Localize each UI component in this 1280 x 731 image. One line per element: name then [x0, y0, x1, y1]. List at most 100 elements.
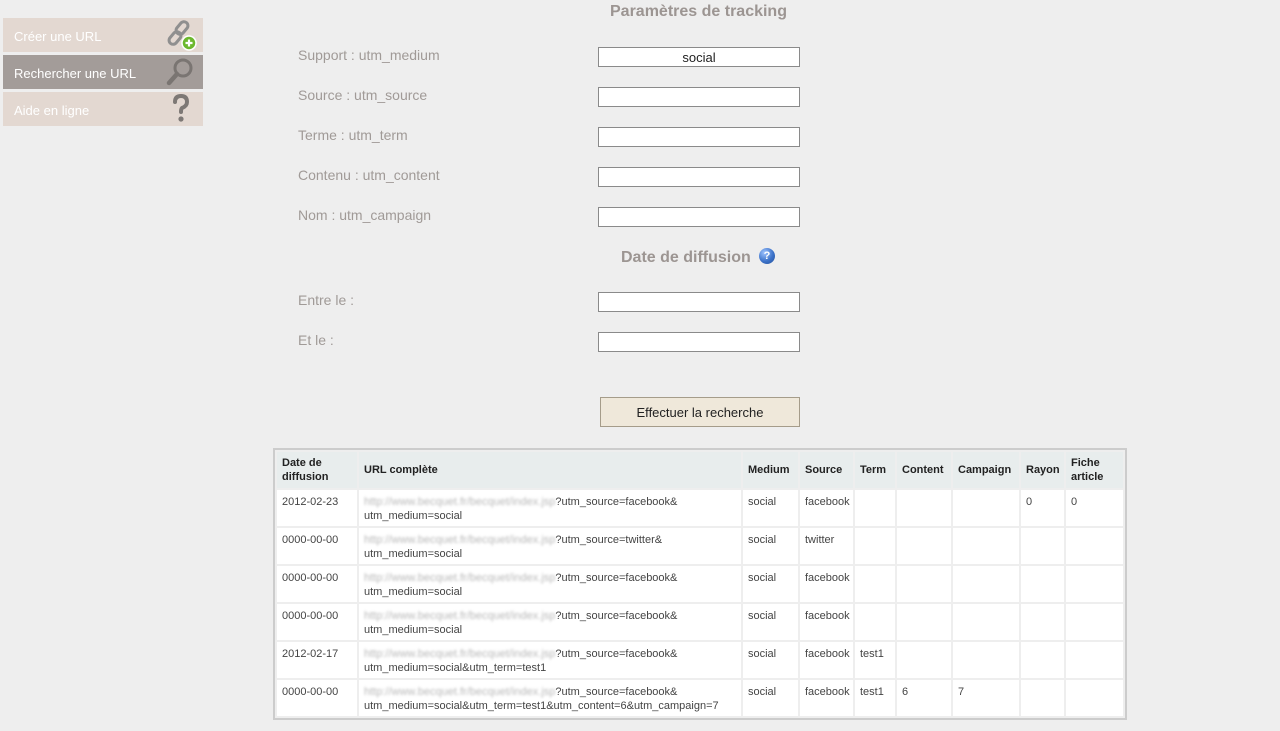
cell-campaign — [953, 528, 1019, 564]
table-row: 2012-02-17 http://www.becquet.fr/becquet… — [277, 642, 1123, 678]
link-add-icon — [167, 20, 197, 51]
cell-term: test1 — [855, 680, 895, 716]
date-from-input[interactable] — [598, 292, 800, 312]
cell-url[interactable]: http://www.becquet.fr/becquet/index.jsp?… — [359, 680, 741, 716]
cell-content: 6 — [897, 680, 951, 716]
cell-url[interactable]: http://www.becquet.fr/becquet/index.jsp?… — [359, 528, 741, 564]
cell-term — [855, 528, 895, 564]
cell-source: facebook — [800, 642, 853, 678]
cell-content — [897, 528, 951, 564]
header-url: URL complète — [359, 452, 741, 488]
table-row: 0000-00-00 http://www.becquet.fr/becquet… — [277, 604, 1123, 640]
cell-campaign: 7 — [953, 680, 1019, 716]
url-host: http://www.becquet.fr/becquet/index.jsp — [364, 610, 556, 622]
cell-term — [855, 490, 895, 526]
date-to-label: Et le : — [298, 332, 334, 348]
sidebar-item-online-help[interactable]: Aide en ligne — [3, 92, 203, 126]
cell-campaign — [953, 490, 1019, 526]
header-medium: Medium — [743, 452, 798, 488]
cell-campaign — [953, 604, 1019, 640]
date-title: Date de diffusion — [621, 249, 751, 266]
cell-url[interactable]: http://www.becquet.fr/becquet/index.jsp?… — [359, 642, 741, 678]
date-to-input[interactable] — [598, 332, 800, 352]
cell-content — [897, 566, 951, 602]
table-row: 2012-02-23 http://www.becquet.fr/becquet… — [277, 490, 1123, 526]
cell-medium: social — [743, 642, 798, 678]
url-params: utm_medium=social — [364, 548, 463, 560]
utm-medium-input[interactable] — [598, 47, 800, 67]
cell-content — [897, 604, 951, 640]
cell-fiche-article: 0 — [1066, 490, 1123, 526]
cell-url[interactable]: http://www.becquet.fr/becquet/index.jsp?… — [359, 566, 741, 602]
header-campaign: Campaign — [953, 452, 1019, 488]
help-icon[interactable]: ? — [759, 248, 775, 264]
url-params: utm_medium=social — [364, 510, 463, 522]
utm-content-label: Contenu : utm_content — [298, 167, 440, 183]
url-host: http://www.becquet.fr/becquet/index.jsp — [364, 534, 556, 546]
url-host: http://www.becquet.fr/becquet/index.jsp — [364, 572, 556, 584]
cell-medium: social — [743, 566, 798, 602]
cell-date: 0000-00-00 — [277, 528, 357, 564]
question-icon — [173, 93, 190, 122]
cell-campaign — [953, 566, 1019, 602]
sidebar-item-search-url[interactable]: Rechercher une URL — [3, 55, 203, 89]
cell-fiche-article — [1066, 604, 1123, 640]
cell-date: 2012-02-23 — [277, 490, 357, 526]
cell-content — [897, 490, 951, 526]
cell-date: 2012-02-17 — [277, 642, 357, 678]
url-query: ?utm_source=facebook& — [555, 496, 678, 508]
url-query: ?utm_source=twitter& — [555, 534, 663, 546]
cell-source: facebook — [800, 604, 853, 640]
header-source: Source — [800, 452, 853, 488]
cell-rayon — [1021, 642, 1064, 678]
cell-source: twitter — [800, 528, 853, 564]
sidebar: Créer une URL Rechercher une URL Aide en… — [3, 18, 203, 129]
sidebar-item-label: Aide en ligne — [14, 103, 90, 118]
cell-date: 0000-00-00 — [277, 680, 357, 716]
cell-rayon — [1021, 528, 1064, 564]
cell-date: 0000-00-00 — [277, 566, 357, 602]
header-date: Date de diffusion — [277, 452, 357, 488]
cell-content — [897, 642, 951, 678]
url-query: ?utm_source=facebook& — [555, 572, 678, 584]
cell-rayon — [1021, 680, 1064, 716]
table-row: 0000-00-00 http://www.becquet.fr/becquet… — [277, 566, 1123, 602]
url-query: ?utm_source=facebook& — [555, 686, 678, 698]
sidebar-item-label: Créer une URL — [14, 29, 102, 44]
cell-source: facebook — [800, 680, 853, 716]
cell-source: facebook — [800, 490, 853, 526]
cell-fiche-article — [1066, 528, 1123, 564]
url-params: utm_medium=social&utm_term=test1 — [364, 662, 547, 674]
magnifier-icon — [166, 58, 193, 86]
cell-campaign — [953, 642, 1019, 678]
tracking-title: Paramètres de tracking — [610, 3, 787, 20]
utm-campaign-label: Nom : utm_campaign — [298, 207, 432, 223]
url-host: http://www.becquet.fr/becquet/index.jsp — [364, 496, 556, 508]
page: Créer une URL Rechercher une URL Aide en… — [0, 0, 1280, 731]
utm-source-label: Source : utm_source — [298, 87, 428, 103]
results-table: Date de diffusion URL complète Medium So… — [273, 448, 1127, 720]
url-host: http://www.becquet.fr/becquet/index.jsp — [364, 686, 556, 698]
date-from-label: Entre le : — [298, 292, 355, 308]
utm-term-input[interactable] — [598, 127, 800, 147]
utm-source-input[interactable] — [598, 87, 800, 107]
cell-medium: social — [743, 680, 798, 716]
cell-term — [855, 604, 895, 640]
utm-campaign-input[interactable] — [598, 207, 800, 227]
sidebar-item-label: Rechercher une URL — [14, 66, 137, 81]
cell-term: test1 — [855, 642, 895, 678]
cell-url[interactable]: http://www.becquet.fr/becquet/index.jsp?… — [359, 604, 741, 640]
utm-content-input[interactable] — [598, 167, 800, 187]
sidebar-item-create-url[interactable]: Créer une URL — [3, 18, 203, 52]
header-fiche-article: Fiche article — [1066, 452, 1123, 488]
utm-term-label: Terme : utm_term — [298, 127, 408, 143]
search-button[interactable]: Effectuer la recherche — [600, 397, 800, 427]
url-params: utm_medium=social — [364, 586, 463, 598]
cell-url[interactable]: http://www.becquet.fr/becquet/index.jsp?… — [359, 490, 741, 526]
cell-term — [855, 566, 895, 602]
table-header-row: Date de diffusion URL complète Medium So… — [277, 452, 1123, 488]
cell-fiche-article — [1066, 642, 1123, 678]
header-content: Content — [897, 452, 951, 488]
url-params: utm_medium=social — [364, 624, 463, 636]
cell-rayon: 0 — [1021, 490, 1064, 526]
